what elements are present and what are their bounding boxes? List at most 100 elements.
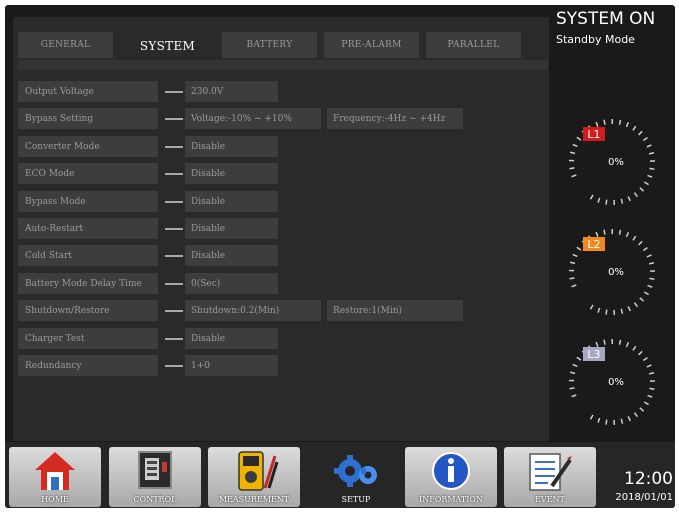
setting-value[interactable]: 230.0V [185,81,278,102]
connector-line [165,338,183,340]
gauge-tick [632,235,637,241]
gears-icon [334,455,377,487]
setting-value[interactable]: 1+0 [185,355,278,376]
gauge-tick [589,304,594,310]
gauge-tick [643,291,649,296]
gauge-tick [597,197,601,203]
gauge-tick [648,152,655,155]
gauge-tick [620,198,624,204]
gauge-tick [642,137,648,142]
control-button[interactable]: CONTROL [109,447,201,507]
load-percent: 0% [608,157,624,168]
connector-line [165,118,183,120]
gauge-tick [576,246,582,251]
gauge-tick [618,229,622,235]
gauge-tick [589,414,594,420]
tab-label: BATTERY [246,40,293,50]
tab-system[interactable]: SYSTEM [120,29,215,63]
phase-label: L3 [587,348,600,361]
tab-pre-alarm[interactable]: PRE-ALARM [324,32,419,58]
nav-label: EVENT [535,495,565,504]
setting-label: Shutdown/Restore [18,300,158,321]
setting-value[interactable]: Voltage:-10% ~ +10% [185,108,321,129]
setup-button[interactable]: SETUP [310,447,402,507]
gauge-tick [569,371,576,375]
connector-line [165,201,183,203]
gauge-tick [597,417,601,423]
setting-value[interactable]: Shutdown:0.2(Min) [185,300,321,321]
tab-divider [18,60,548,70]
gauge-tick [620,308,624,314]
gauge-tick [618,339,622,345]
setting-label: Output Voltage [18,81,158,102]
gauge-tick [625,341,630,348]
setting-value[interactable]: Disable [185,328,278,349]
gauge-tick [620,418,624,424]
tab-label: PRE-ALARM [341,40,402,50]
connector-line [165,173,183,175]
gauge-tick [632,125,637,131]
setting-label: Bypass Mode [18,191,158,212]
gauge-tick [646,144,652,148]
setting-value[interactable]: Disable [185,191,278,212]
tab-general[interactable]: GENERAL [18,32,113,58]
setting-value[interactable]: 0(Sec) [185,273,278,294]
gauge-tick [646,254,652,258]
tab-battery[interactable]: BATTERY [222,32,317,58]
gauge-tick [627,416,631,422]
gauge-tick [603,229,606,235]
setting-value[interactable]: Disable [185,163,278,184]
event-button[interactable]: EVENT [504,447,596,507]
home-button[interactable]: HOME [9,447,101,507]
clock-time: 12:00 [624,469,673,489]
measurement-button[interactable]: MEASUREMENT [208,447,300,507]
gauge-tick [605,419,608,425]
gauge-tick [649,387,655,390]
setting-value[interactable]: Disable [185,218,278,239]
load-percent: 0% [608,267,624,278]
gauge-tick [595,231,599,237]
setting-value[interactable]: Disable [185,245,278,266]
tab-label: SYSTEM [139,39,196,53]
setting-value[interactable]: Restore:1(Min) [327,300,463,321]
gauge-tick [639,407,645,412]
gauge-tick [632,345,637,351]
nav-label: INFORMATION [419,495,483,504]
gauge-tick [571,174,577,178]
multimeter-icon [238,451,279,491]
setting-value[interactable]: Frequency:-4Hz ~ +4Hz [327,108,463,129]
gauge-tick [605,309,608,315]
gauge-tick [569,387,575,390]
clock-date: 2018/01/01 [615,492,673,503]
gauge-tick [633,412,639,418]
setting-label: Converter Mode [18,136,158,157]
connector-line [165,310,183,312]
gauge-tick [576,136,582,141]
gauge-tick [603,119,606,125]
gauge-tick [642,247,648,252]
nav-label: MEASUREMENT [218,495,290,504]
gauge-tick [627,306,631,312]
system-mode: Standby Mode [556,33,635,46]
gauge-tick [643,181,649,186]
tab-parallel[interactable]: PARALLEL [426,32,521,58]
gauge-tick [571,394,577,398]
control-panel-icon [138,451,172,489]
connector-line [165,283,183,285]
nav-label: SETUP [341,495,371,504]
load-percent: 0% [608,377,624,388]
tab-label: PARALLEL [447,40,500,50]
connector-line [165,255,183,257]
gauge-tick [638,130,643,136]
connector-line [165,146,183,148]
gauge-tick [649,277,655,280]
gauge-tick [647,394,653,398]
gauge-tick [576,356,582,361]
gauge-tick [569,261,576,265]
information-button[interactable]: INFORMATION [405,447,497,507]
tab-label: GENERAL [40,40,91,50]
setting-label: Cold Start [18,245,158,266]
setting-label: Charger Test [18,328,158,349]
gauge-tick [597,307,601,313]
setting-value[interactable]: Disable [185,136,278,157]
